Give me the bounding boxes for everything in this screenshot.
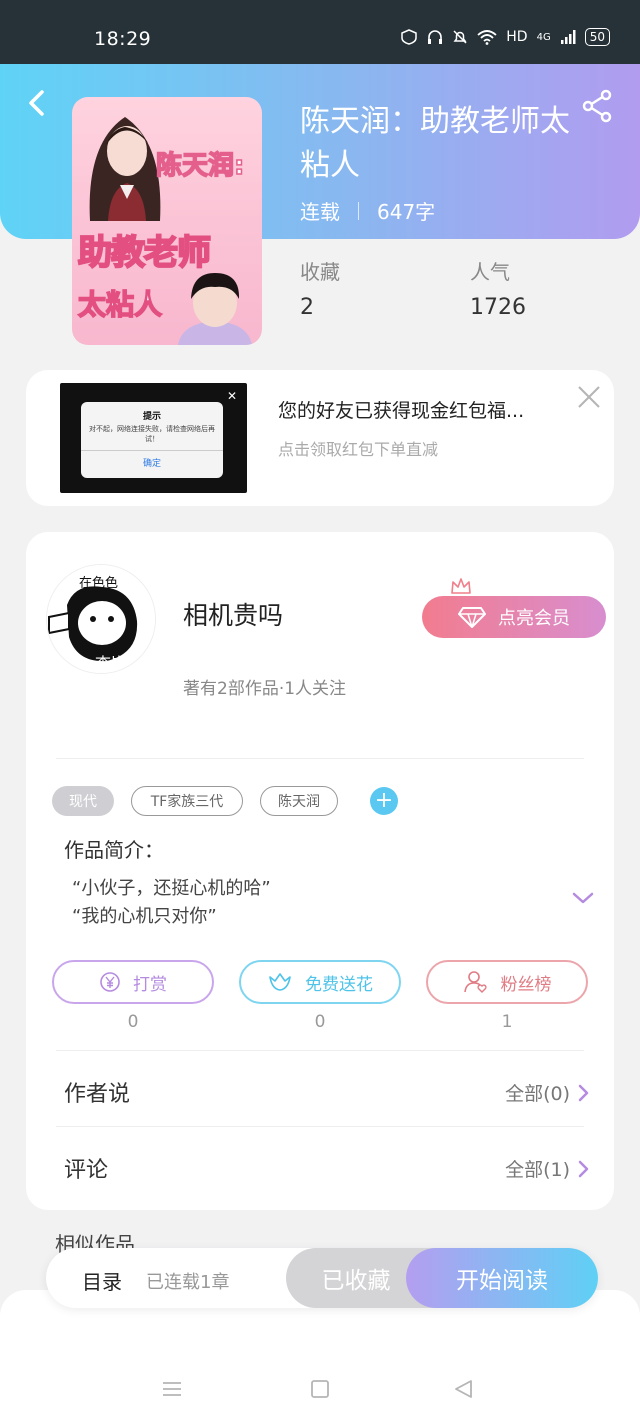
tag-modern[interactable]: 现代 [52,786,114,816]
chevron-down-icon[interactable] [570,888,596,908]
back-icon[interactable] [22,86,52,120]
collected-label: 已收藏 [321,1268,391,1294]
table-of-contents-button[interactable]: 目录 [82,1266,122,1295]
menu-icon[interactable] [160,1378,184,1400]
signal-type: 4G [536,31,551,43]
book-detail-card: 在色色 查岗 相机贵吗 著有2部作品·1人关注 点亮会员 现代 TF家族三代 陈… [26,532,614,1210]
stat-popularity: 人气 1726 [470,256,526,320]
vip-button[interactable]: 点亮会员 [422,596,606,638]
ad-title: 您的好友已获得现金红包福... [278,400,525,422]
ad-dialog-message: 对不起，网络连接失败，请检查网络后再试！ [89,425,215,443]
fan-count: 1 [501,1012,513,1032]
fan-ranking-button[interactable]: 粉丝榜 [426,960,588,1004]
send-flower-label: 免费送花 [305,974,373,995]
stat-value: 2 [300,295,314,320]
bottom-sheet [0,1290,640,1422]
send-flower-button[interactable]: 免费送花 [239,960,401,1004]
home-icon[interactable] [308,1378,332,1400]
stat-label: 人气 [470,260,510,284]
intro-label: 作品简介： [64,838,164,862]
book-word-count: 647字 [377,200,436,224]
author-says-label: 作者说 [64,1082,131,1107]
wifi-icon [477,30,497,45]
stat-value: 1726 [470,295,526,320]
vpn-icon [401,29,418,45]
flower-icon [269,973,291,991]
crown-icon [451,578,471,594]
reward-button[interactable]: 打赏 [52,960,214,1004]
comments-count: 全部(1) [505,1159,570,1181]
ad-dialog-divider [81,450,223,451]
avatar-image: 在色色 查岗 [47,565,155,673]
meta-divider [358,201,359,220]
signal-icon [560,30,576,44]
close-icon: ✕ [226,389,237,403]
reward-button-label: 打赏 [133,974,167,995]
divider [56,1050,584,1051]
yen-coin-icon [100,972,120,992]
network-type: HD [506,29,528,45]
comments-link: 全部(1) [505,1155,590,1182]
chapter-count: 已连载1章 [146,1272,230,1293]
tag-chen-tianrun[interactable]: 陈天润 [260,786,338,816]
divider [56,758,584,759]
ad-thumbnail: ✕ 提示 对不起，网络连接失败，请检查网络后再试！ 确定 [60,383,247,493]
mute-bell-icon [453,30,467,44]
stat-label: 收藏 [300,260,340,284]
avatar-text-top: 在色色 [79,575,118,591]
intro-line: “小伙子，还挺心机的哈” [72,878,271,899]
start-reading-button[interactable]: 开始阅读 [406,1248,598,1308]
avatar-text-bottom: 查岗 [95,654,127,673]
intro-line: “我的心机只对你” [72,906,217,927]
vip-button-label: 点亮会员 [498,608,570,629]
book-title: 陈天润：助教老师太粘人 [300,104,570,183]
author-says-count: 全部(0) [505,1083,570,1105]
ad-dialog-image: 提示 对不起，网络连接失败，请检查网络后再试！ 确定 [81,402,223,478]
author-name[interactable]: 相机贵吗 [183,596,283,632]
start-reading-label: 开始阅读 [456,1268,548,1294]
flower-count: 0 [314,1012,326,1032]
add-tag-button[interactable]: + [370,787,398,815]
ad-subtitle: 点击领取红包下单直减 [278,440,439,459]
diamond-icon [458,607,486,628]
comments-label: 评论 [64,1158,109,1183]
ad-close-icon[interactable] [574,382,604,412]
author-says-link: 全部(0) [505,1079,590,1106]
cover-text-1: 陈天润: [155,150,245,182]
status-bar: 18:29 HD 4G 50 [0,0,640,64]
ad-dialog-ok: 确定 [142,459,161,469]
bottom-action-bar: 目录 已连载1章 已收藏 开始阅读 [46,1248,598,1308]
fan-user-icon [463,971,487,993]
cover-text-3: 太粘人 [77,287,163,322]
book-meta: 连载 647字 [300,196,435,225]
book-cover[interactable]: 陈天润: 助教老师 太粘人 [72,97,262,345]
author-avatar[interactable]: 在色色 查岗 [46,564,156,674]
author-says-row[interactable]: 作者说 全部(0) [26,1054,614,1128]
reward-count: 0 [127,1012,139,1032]
tag-tf-family[interactable]: TF家族三代 [131,786,243,816]
battery-indicator: 50 [584,28,610,46]
comments-row[interactable]: 评论 全部(1) [26,1130,614,1204]
author-info: 著有2部作品·1人关注 [183,679,347,699]
divider [56,1126,584,1127]
status-time: 18:29 [94,28,152,50]
nav-back-icon[interactable] [452,1378,476,1400]
fan-ranking-label: 粉丝榜 [500,974,552,995]
book-status: 连载 [300,200,340,224]
status-icons: HD 4G 50 [400,28,610,46]
stat-favorites: 收藏 2 [300,256,340,320]
ad-dialog-title: 提示 [142,412,161,422]
chevron-right-icon [578,1084,589,1101]
ad-banner[interactable]: ✕ 提示 对不起，网络连接失败，请检查网络后再试！ 确定 您的好友已获得现金红包… [26,370,614,506]
cover-boy-image [178,273,252,345]
chevron-right-icon [578,1160,589,1177]
headphone-icon [428,30,443,44]
